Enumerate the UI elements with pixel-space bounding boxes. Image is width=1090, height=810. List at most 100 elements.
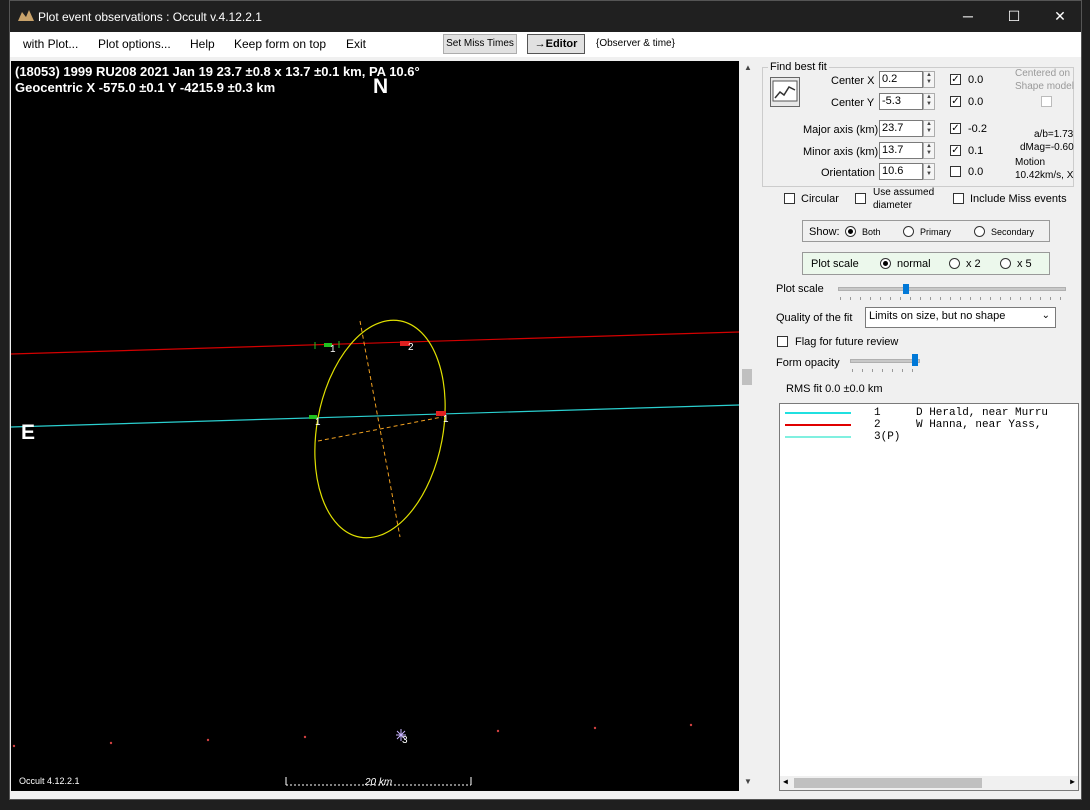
show-both-radio[interactable] xyxy=(845,226,856,237)
window-title: Plot event observations : Occult v.4.12.… xyxy=(38,10,262,24)
circular-checkbox[interactable] xyxy=(784,193,795,204)
rms-fit-label: RMS fit 0.0 ±0.0 km xyxy=(786,383,883,395)
quality-select[interactable]: Limits on size, but no shape ⌄ xyxy=(865,307,1056,328)
opacity-slider-thumb[interactable] xyxy=(911,354,918,366)
opacity-slider-track[interactable] xyxy=(850,359,920,363)
dmag-value: dMag=-0.60 xyxy=(1020,142,1074,153)
scroll-thumb[interactable] xyxy=(742,369,752,385)
minor-axis-spinner[interactable]: ▲ ▼ xyxy=(923,142,935,159)
menu-plot-options[interactable]: Plot options... xyxy=(98,37,171,51)
major-axis-spinner[interactable]: ▲ ▼ xyxy=(923,120,935,137)
form-opacity-label: Form opacity xyxy=(776,357,840,369)
major-axis-label: Major axis (km) xyxy=(803,124,879,136)
title-bar: Plot event observations : Occult v.4.12.… xyxy=(10,1,1081,32)
flag-review-checkbox[interactable] xyxy=(777,336,788,347)
minor-axis-delta: 0.1 xyxy=(968,145,984,157)
center-y-checkbox[interactable]: ✓ xyxy=(950,96,961,107)
center-x-label: Center X xyxy=(831,75,875,87)
scale-label: 20 km xyxy=(365,777,393,788)
center-y-input[interactable]: -5.3 xyxy=(879,93,923,110)
center-x-spinner[interactable]: ▲ ▼ xyxy=(923,71,935,88)
legend-line xyxy=(785,424,851,426)
plot-header-line2: Geocentric X -575.0 ±0.1 Y -4215.9 ±0.3 … xyxy=(15,80,276,95)
reference-dots xyxy=(12,723,693,748)
chord-label: 2 xyxy=(408,342,414,353)
scroll-left-icon[interactable]: ◀ xyxy=(783,777,788,787)
plot-vertical-scrollbar[interactable]: ▲ ▼ xyxy=(740,61,756,791)
centered-on-label: Centered on xyxy=(1015,68,1071,79)
find-best-fit-button[interactable] xyxy=(770,77,800,107)
north-label: N xyxy=(373,75,389,98)
show-both-label: Both xyxy=(862,227,881,237)
legend-row[interactable]: 2 W Hanna, near Yass, xyxy=(780,419,1078,431)
chord-label: 1 xyxy=(330,344,336,355)
chevron-down-icon: ⌄ xyxy=(1041,310,1050,321)
plot-canvas[interactable]: (18053) 1999 RU208 2021 Jan 19 23.7 ±0.8… xyxy=(11,61,739,791)
scale-x5-radio[interactable] xyxy=(1000,258,1011,269)
circular-label: Circular xyxy=(801,193,839,205)
legend-num: 3(P) xyxy=(874,431,901,443)
legend-row[interactable]: 3(P) xyxy=(780,431,1078,443)
footer-version: Occult 4.12.2.1 xyxy=(19,776,80,786)
center-x-checkbox[interactable]: ✓ xyxy=(950,74,961,85)
major-axis-delta: -0.2 xyxy=(968,123,987,135)
orientation-input[interactable]: 10.6 xyxy=(879,163,923,180)
include-miss-checkbox[interactable] xyxy=(953,193,964,204)
plot-scale-slider-label: Plot scale xyxy=(776,283,824,295)
scroll-up-icon[interactable]: ▲ xyxy=(744,63,752,72)
legend-scroll-thumb[interactable] xyxy=(794,778,982,788)
menu-keep-on-top[interactable]: Keep form on top xyxy=(234,37,326,51)
set-miss-times-button[interactable]: Set Miss Times xyxy=(443,34,517,54)
legend-text: D Herald, near Murru xyxy=(916,407,1049,419)
scale-x5-label: x 5 xyxy=(1017,258,1032,270)
minor-axis-checkbox[interactable]: ✓ xyxy=(950,145,961,156)
plot-scale-slider-thumb[interactable] xyxy=(902,284,909,294)
plot-scale-slider-track[interactable] xyxy=(838,287,1066,291)
center-y-spinner[interactable]: ▲ ▼ xyxy=(923,93,935,110)
chord-red xyxy=(11,331,739,355)
orientation-spinner[interactable]: ▲ ▼ xyxy=(923,163,935,180)
minimize-button[interactable]: ─ xyxy=(945,1,991,32)
scroll-right-icon[interactable]: ▶ xyxy=(1070,777,1075,787)
menu-help[interactable]: Help xyxy=(190,37,215,51)
scale-normal-radio[interactable] xyxy=(880,258,891,269)
assumed-diameter-checkbox[interactable] xyxy=(855,193,866,204)
plot-header-line1: (18053) 1999 RU208 2021 Jan 19 23.7 ±0.8… xyxy=(15,64,420,79)
shape-model-checkbox[interactable] xyxy=(1041,96,1052,107)
diameter-label: diameter xyxy=(873,200,912,211)
legend-row[interactable]: 1 D Herald, near Murru xyxy=(780,407,1078,419)
chord-label: 1 xyxy=(315,417,321,428)
scale-x2-radio[interactable] xyxy=(949,258,960,269)
opacity-ticks xyxy=(852,369,916,372)
legend-line xyxy=(785,436,851,438)
observer-legend[interactable]: 1 D Herald, near Murru 2 W Hanna, near Y… xyxy=(779,403,1079,791)
legend-text: W Hanna, near Yass, xyxy=(916,419,1042,431)
major-axis-input[interactable]: 23.7 xyxy=(879,120,923,137)
close-button[interactable]: ✕ xyxy=(1037,1,1083,32)
orientation-delta: 0.0 xyxy=(968,166,984,178)
east-label: E xyxy=(21,421,36,444)
show-secondary-radio[interactable] xyxy=(974,226,985,237)
center-x-input[interactable]: 0.2 xyxy=(879,71,923,88)
orientation-checkbox[interactable] xyxy=(950,166,961,177)
center-y-delta: 0.0 xyxy=(968,96,984,108)
legend-num: 2 xyxy=(874,419,881,431)
orientation-label: Orientation xyxy=(821,167,875,179)
ab-ratio: a/b=1.73 xyxy=(1034,129,1074,140)
menu-exit[interactable]: Exit xyxy=(346,37,366,51)
minor-axis-input[interactable]: 13.7 xyxy=(879,142,923,159)
legend-hscrollbar[interactable]: ◀ ▶ xyxy=(780,776,1078,790)
major-axis-checkbox[interactable]: ✓ xyxy=(950,123,961,134)
occultation-plot xyxy=(11,319,739,786)
editor-button[interactable]: →Editor xyxy=(527,34,585,54)
menu-with-plot[interactable]: with Plot... xyxy=(23,37,78,51)
motion-label: Motion xyxy=(1015,157,1046,168)
show-primary-label: Primary xyxy=(920,227,951,237)
show-secondary-label: Secondary xyxy=(991,227,1035,237)
maximize-button[interactable]: ☐ xyxy=(991,1,1037,32)
observer-time-label: {Observer & time} xyxy=(596,38,675,49)
quality-value: Limits on size, but no shape xyxy=(869,310,1006,322)
plot-window: Plot event observations : Occult v.4.12.… xyxy=(9,0,1082,800)
show-primary-radio[interactable] xyxy=(903,226,914,237)
scroll-down-icon[interactable]: ▼ xyxy=(744,777,752,786)
